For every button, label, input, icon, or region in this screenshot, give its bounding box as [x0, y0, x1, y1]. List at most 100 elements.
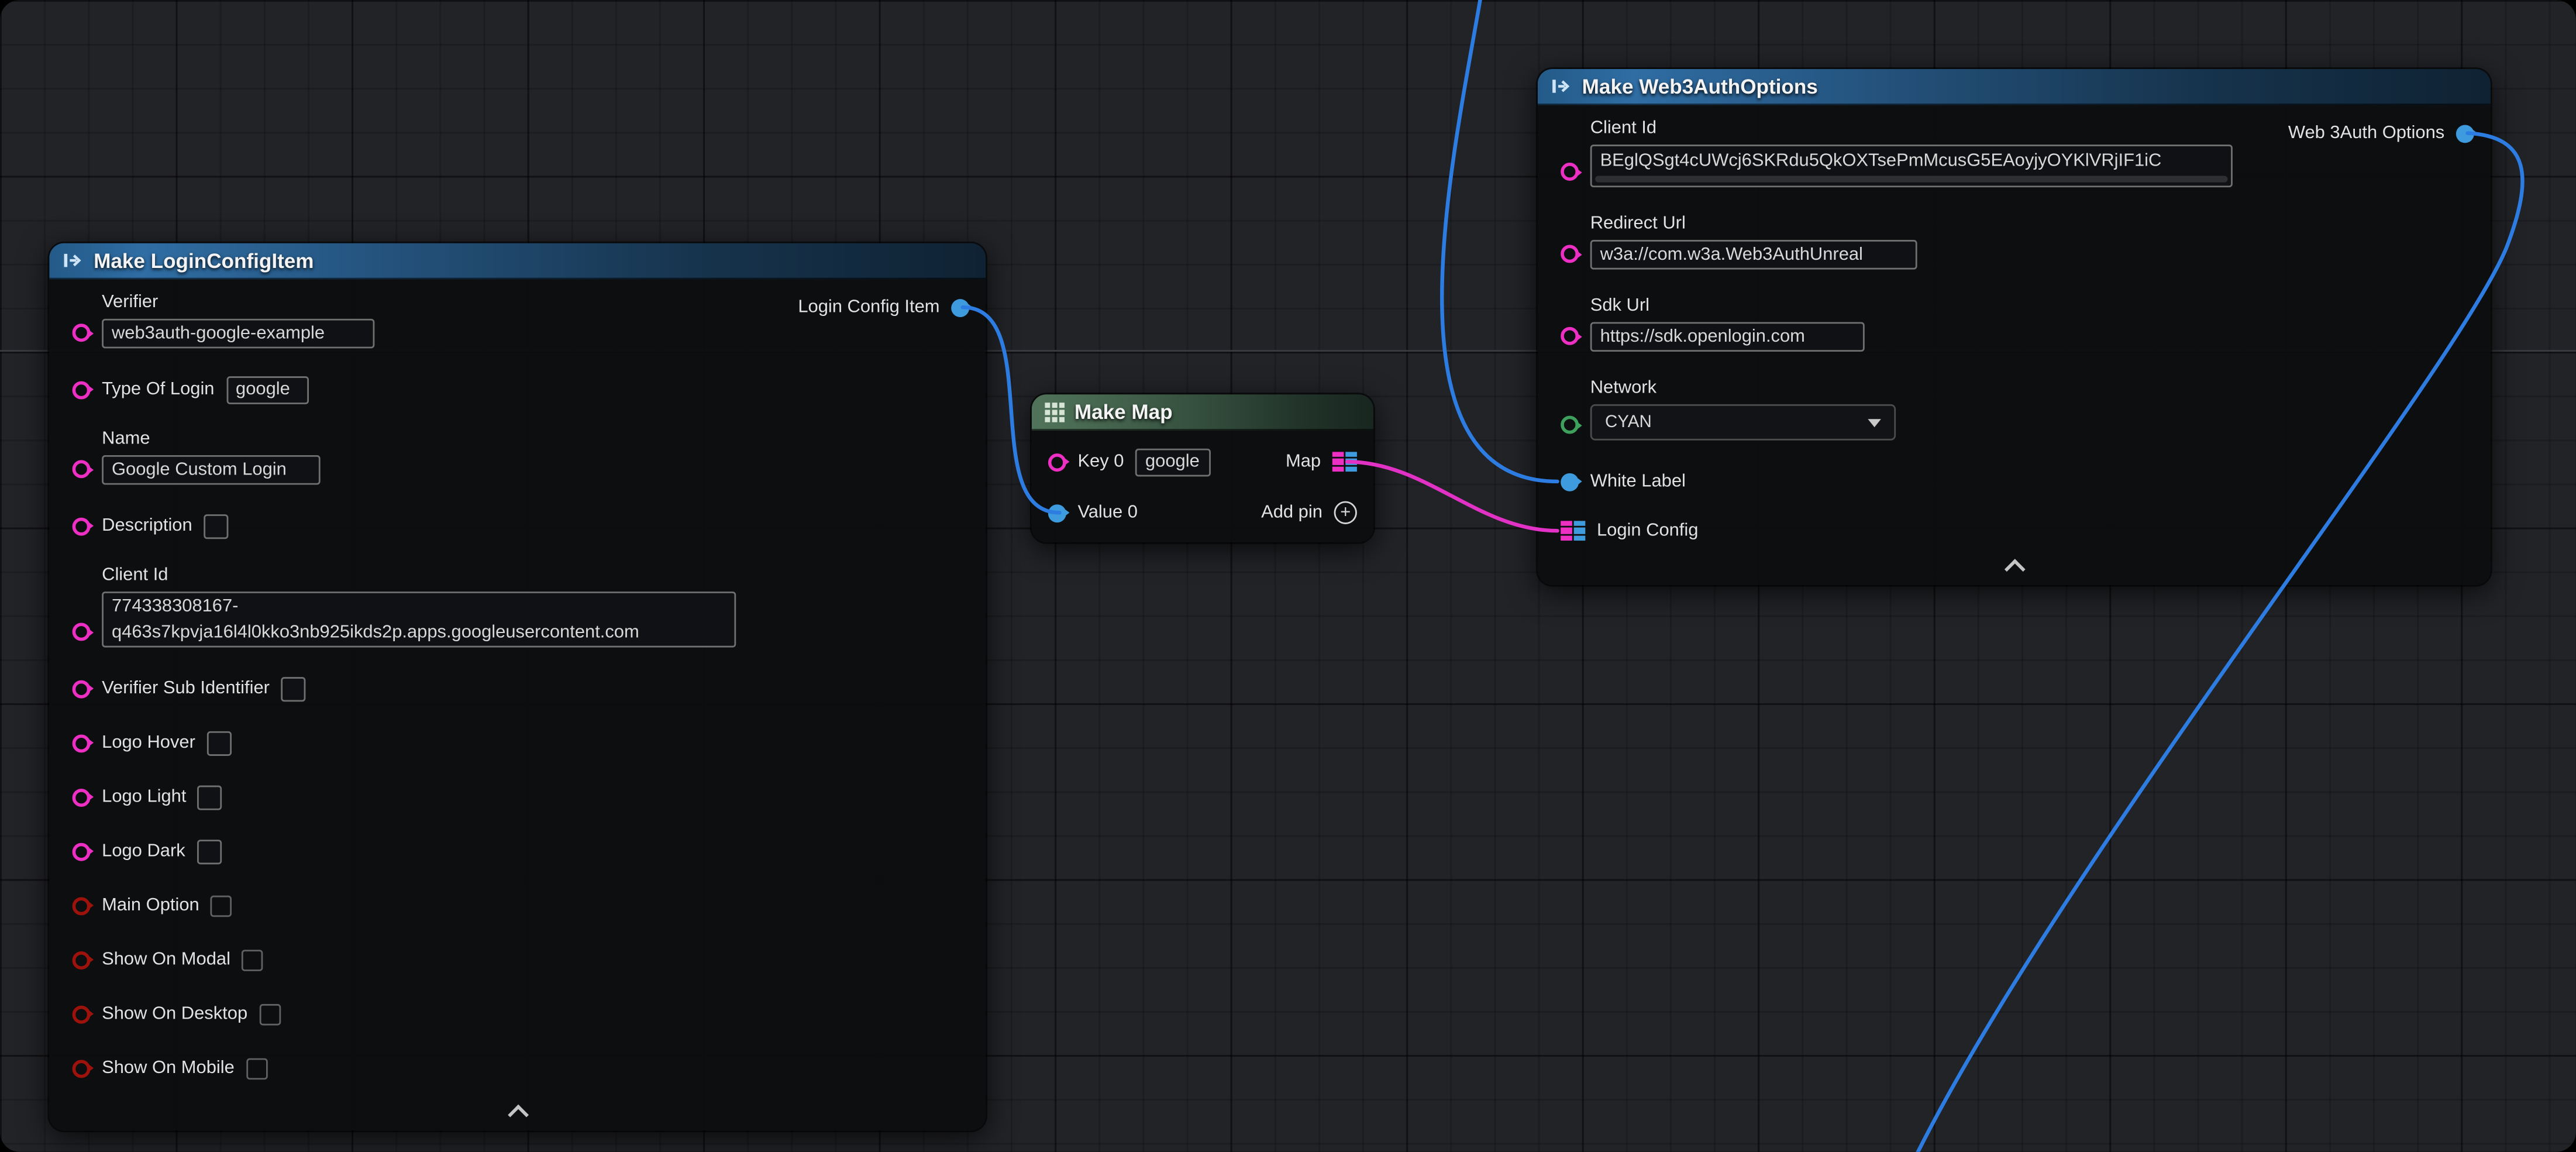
node-collapse-area [49, 1101, 986, 1123]
blueprint-graph-canvas[interactable]: Make LoginConfigItem Login Config Item V… [0, 0, 2576, 1152]
logo-light-input-pin[interactable] [73, 788, 91, 806]
show-on-mobile-label: Show On Mobile [102, 1057, 235, 1079]
pin-row-white-label: White Label [1561, 467, 2467, 497]
client-id-input-pin[interactable] [73, 623, 91, 641]
make-map-icon [1045, 402, 1065, 422]
show-on-desktop-checkbox[interactable] [259, 1003, 281, 1025]
key-0-label: Key 0 [1077, 451, 1124, 473]
login-config-input-pin[interactable] [1561, 520, 1585, 542]
client-id-text-field[interactable]: BEglQSgt4cUWcj6SKRdu5QkOXTsePmMcusG5EAoy… [1590, 145, 2233, 187]
verifier-sub-identifier-input-pin[interactable] [73, 679, 91, 697]
show-on-modal-input-pin[interactable] [73, 951, 91, 969]
sdk-url-input-pin[interactable] [1561, 327, 1579, 345]
show-on-mobile-checkbox[interactable] [246, 1057, 268, 1079]
pin-row-redirect-url: Redirect Url w3a://com.w3a.Web3AuthUnrea… [1561, 214, 2467, 269]
show-on-desktop-label: Show On Desktop [102, 1003, 247, 1025]
client-id-label: Client Id [1590, 118, 2233, 140]
redirect-url-text: w3a://com.w3a.Web3AuthUnreal [1600, 242, 1863, 268]
key-0-text-field[interactable]: google [1135, 448, 1211, 476]
pin-row-verifier-sub-identifier: Verifier Sub Identifier [73, 674, 963, 704]
sdk-url-text-field[interactable]: https://sdk.openlogin.com [1590, 322, 1865, 352]
pin-row-type-of-login: Type Of Login google [73, 374, 963, 404]
pin-row-client-id: Client Id BEglQSgt4cUWcj6SKRdu5QkOXTsePm… [1561, 118, 2467, 187]
pin-row-logo-hover: Logo Hover [73, 728, 963, 758]
redirect-url-text-field[interactable]: w3a://com.w3a.Web3AuthUnreal [1590, 240, 1917, 270]
collapse-chevron-icon[interactable] [507, 1105, 528, 1126]
node-make-map[interactable]: Make Map Map Add pin + Key 0 google Valu… [1032, 394, 1373, 542]
node-make-web3authoptions[interactable]: Make Web3AuthOptions Web 3Auth Options C… [1538, 69, 2491, 585]
verifier-label: Verifier [102, 293, 374, 314]
network-input-pin[interactable] [1561, 416, 1579, 434]
login-config-label: Login Config [1597, 520, 1699, 542]
show-on-desktop-input-pin[interactable] [73, 1005, 91, 1023]
logo-hover-label: Logo Hover [102, 732, 195, 754]
key-0-input-pin[interactable] [1048, 453, 1066, 471]
pin-row-login-config: Login Config [1561, 516, 2467, 546]
show-on-modal-checkbox[interactable] [242, 949, 264, 971]
type-of-login-text-field[interactable]: google [226, 376, 308, 404]
node-header-make-loginconfigitem[interactable]: Make LoginConfigItem [49, 243, 986, 280]
node-make-loginconfigitem[interactable]: Make LoginConfigItem Login Config Item V… [49, 243, 986, 1131]
logo-light-text-field[interactable] [198, 785, 222, 809]
pin-row-network: Network CYAN [1561, 378, 2467, 441]
verifier-input-pin[interactable] [73, 324, 91, 342]
logo-hover-input-pin[interactable] [73, 734, 91, 752]
client-id-text: BEglQSgt4cUWcj6SKRdu5QkOXTsePmMcusG5EAoy… [1600, 151, 2162, 171]
main-option-checkbox[interactable] [211, 895, 232, 916]
name-text-field[interactable]: Google Custom Login [102, 455, 321, 485]
pin-row-sdk-url: Sdk Url https://sdk.openlogin.com [1561, 296, 2467, 352]
description-text-field[interactable] [204, 514, 228, 538]
type-of-login-input-pin[interactable] [73, 380, 91, 398]
wire-map-to-login-config[interactable] [1347, 462, 1558, 531]
client-id-label: Client Id [102, 565, 736, 587]
main-option-input-pin[interactable] [73, 896, 91, 914]
pin-row-key-0: Key 0 google [1048, 447, 1357, 477]
sdk-url-label: Sdk Url [1590, 296, 1865, 318]
logo-dark-input-pin[interactable] [73, 842, 91, 860]
make-struct-icon [63, 250, 84, 271]
pin-row-show-on-desktop: Show On Desktop [73, 999, 963, 1029]
verifier-sub-identifier-label: Verifier Sub Identifier [102, 678, 270, 700]
node-title: Make LoginConfigItem [94, 249, 314, 272]
node-title: Make Map [1075, 400, 1173, 423]
pin-row-show-on-mobile: Show On Mobile [73, 1053, 963, 1083]
client-id-text-field[interactable]: 774338308167-q463s7kpvja16l4l0kko3nb925i… [102, 592, 736, 647]
node-header-make-web3authoptions[interactable]: Make Web3AuthOptions [1538, 69, 2491, 105]
description-input-pin[interactable] [73, 517, 91, 535]
horizontal-scrollbar[interactable] [1595, 176, 2227, 183]
pin-row-value-0: Value 0 [1048, 498, 1357, 528]
node-header-make-map[interactable]: Make Map [1032, 394, 1373, 431]
name-text: Google Custom Login [112, 457, 287, 483]
logo-dark-label: Logo Dark [102, 841, 185, 862]
chevron-down-icon [1868, 418, 1881, 427]
redirect-url-input-pin[interactable] [1561, 245, 1579, 263]
node-title: Make Web3AuthOptions [1582, 75, 1818, 98]
logo-dark-text-field[interactable] [197, 839, 221, 864]
network-label: Network [1590, 378, 1896, 400]
main-option-label: Main Option [102, 895, 199, 916]
client-id-input-pin[interactable] [1561, 163, 1579, 181]
name-label: Name [102, 429, 321, 451]
sdk-url-text: https://sdk.openlogin.com [1600, 324, 1805, 350]
value-0-input-pin[interactable] [1048, 504, 1066, 522]
pin-row-verifier: Verifier web3auth-google-example [73, 293, 963, 348]
network-selected-value: CYAN [1605, 412, 1652, 432]
show-on-modal-label: Show On Modal [102, 949, 230, 971]
verifier-sub-identifier-text-field[interactable] [281, 676, 306, 701]
value-0-label: Value 0 [1077, 502, 1138, 524]
key-0-text: google [1145, 449, 1200, 475]
white-label-input-pin[interactable] [1561, 472, 1579, 490]
logo-hover-text-field[interactable] [207, 730, 232, 755]
client-id-text: 774338308167-q463s7kpvja16l4l0kko3nb925i… [112, 597, 639, 642]
pin-row-name: Name Google Custom Login [73, 429, 963, 484]
description-label: Description [102, 515, 192, 537]
verifier-text: web3auth-google-example [112, 321, 325, 347]
pin-row-client-id: Client Id 774338308167-q463s7kpvja16l4l0… [73, 565, 963, 647]
collapse-chevron-icon[interactable] [2003, 559, 2024, 580]
node-collapse-area [1538, 555, 2491, 577]
name-input-pin[interactable] [73, 460, 91, 478]
verifier-text-field[interactable]: web3auth-google-example [102, 319, 374, 349]
show-on-mobile-input-pin[interactable] [73, 1059, 91, 1077]
pin-row-show-on-modal: Show On Modal [73, 945, 963, 975]
network-dropdown[interactable]: CYAN [1590, 404, 1896, 441]
